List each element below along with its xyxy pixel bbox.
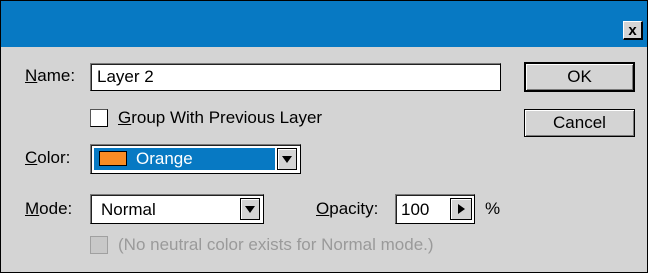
neutral-color-label: (No neutral color exists for Normal mode…: [118, 235, 434, 254]
name-input[interactable]: Layer 2: [90, 63, 501, 91]
opacity-input-value: 100: [401, 200, 430, 219]
opacity-unit: %: [485, 199, 501, 218]
group-with-previous-checkbox[interactable]: [90, 109, 108, 127]
opacity-input[interactable]: 100: [395, 194, 475, 224]
chevron-right-icon: [458, 204, 465, 214]
mode-label: Mode:: [25, 199, 73, 218]
group-with-previous-label: Group With Previous Layer: [118, 108, 323, 127]
opacity-label: Opacity:: [316, 199, 379, 218]
color-select-value: Orange: [136, 149, 193, 168]
name-input-value: Layer 2: [97, 67, 154, 86]
neutral-color-checkbox[interactable]: [90, 236, 108, 254]
name-label: Name:: [25, 66, 76, 85]
ok-button[interactable]: OK: [524, 62, 635, 92]
title-bar: x: [1, 1, 647, 47]
new-layer-dialog: x Name: Layer 2 OK Cancel Group With Pre…: [0, 0, 648, 273]
chevron-down-icon: [282, 156, 292, 163]
opacity-slider-button[interactable]: [450, 198, 472, 220]
close-button[interactable]: x: [623, 21, 643, 40]
close-icon: x: [628, 21, 637, 39]
color-label: Color:: [25, 148, 71, 167]
color-dropdown-button[interactable]: [277, 148, 297, 170]
mode-dropdown-button[interactable]: [240, 198, 260, 220]
chevron-down-icon: [245, 206, 255, 213]
color-select-highlight: Orange: [94, 148, 275, 170]
cancel-button[interactable]: Cancel: [524, 109, 635, 137]
orange-swatch-icon: [99, 151, 127, 166]
mode-select[interactable]: Normal: [90, 194, 264, 224]
color-select[interactable]: Orange: [90, 144, 301, 174]
mode-select-value: Normal: [101, 200, 156, 219]
